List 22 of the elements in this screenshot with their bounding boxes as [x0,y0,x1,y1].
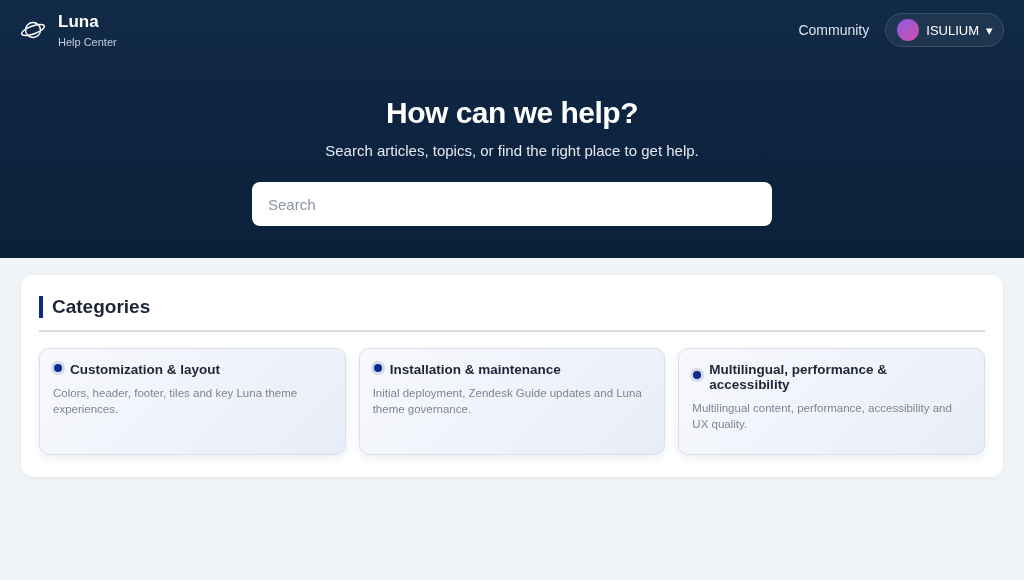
community-link[interactable]: Community [798,22,870,38]
hero-title: How can we help? [385,96,638,130]
category-description: Initial deployment, Zendesk Guide updates and Luna theme governance. [372,386,643,417]
bullet-icon [54,363,62,372]
planet-icon [20,19,46,41]
avatar-icon [897,19,920,41]
category-card[interactable]: Multilingual, performance & accessibility Multilingual content, performance, accessibility and UX quality. [678,348,985,455]
category-title: Customization & layout [70,362,220,377]
search-field[interactable]: Search [252,182,772,226]
category-description: Multilingual content, performance, accessibility and UX quality. [692,401,953,432]
category-title: Multilingual, performance & accessibility [709,362,889,392]
user-menu-button[interactable]: ISULIUM ▾ [885,13,1004,47]
category-card[interactable]: Customization & layout Colors, header, footer, tiles and key Luna theme experiences. [39,348,346,455]
bullet-icon [373,363,382,372]
category-description: Colors, header, footer, tiles and key Luna theme experiences. [53,386,299,417]
section-title: Categories [39,296,985,318]
bullet-icon [693,371,702,379]
category-title: Installation & maintenance [389,362,561,377]
brand-subtitle: Help Center [58,36,117,48]
brand-name: Luna [58,12,100,32]
hero-subtitle: Search articles, topics, or find the right place to get help. [325,142,699,159]
category-card[interactable]: Installation & maintenance Initial deployment, Zendesk Guide updates and Luna theme governance. [358,348,666,455]
